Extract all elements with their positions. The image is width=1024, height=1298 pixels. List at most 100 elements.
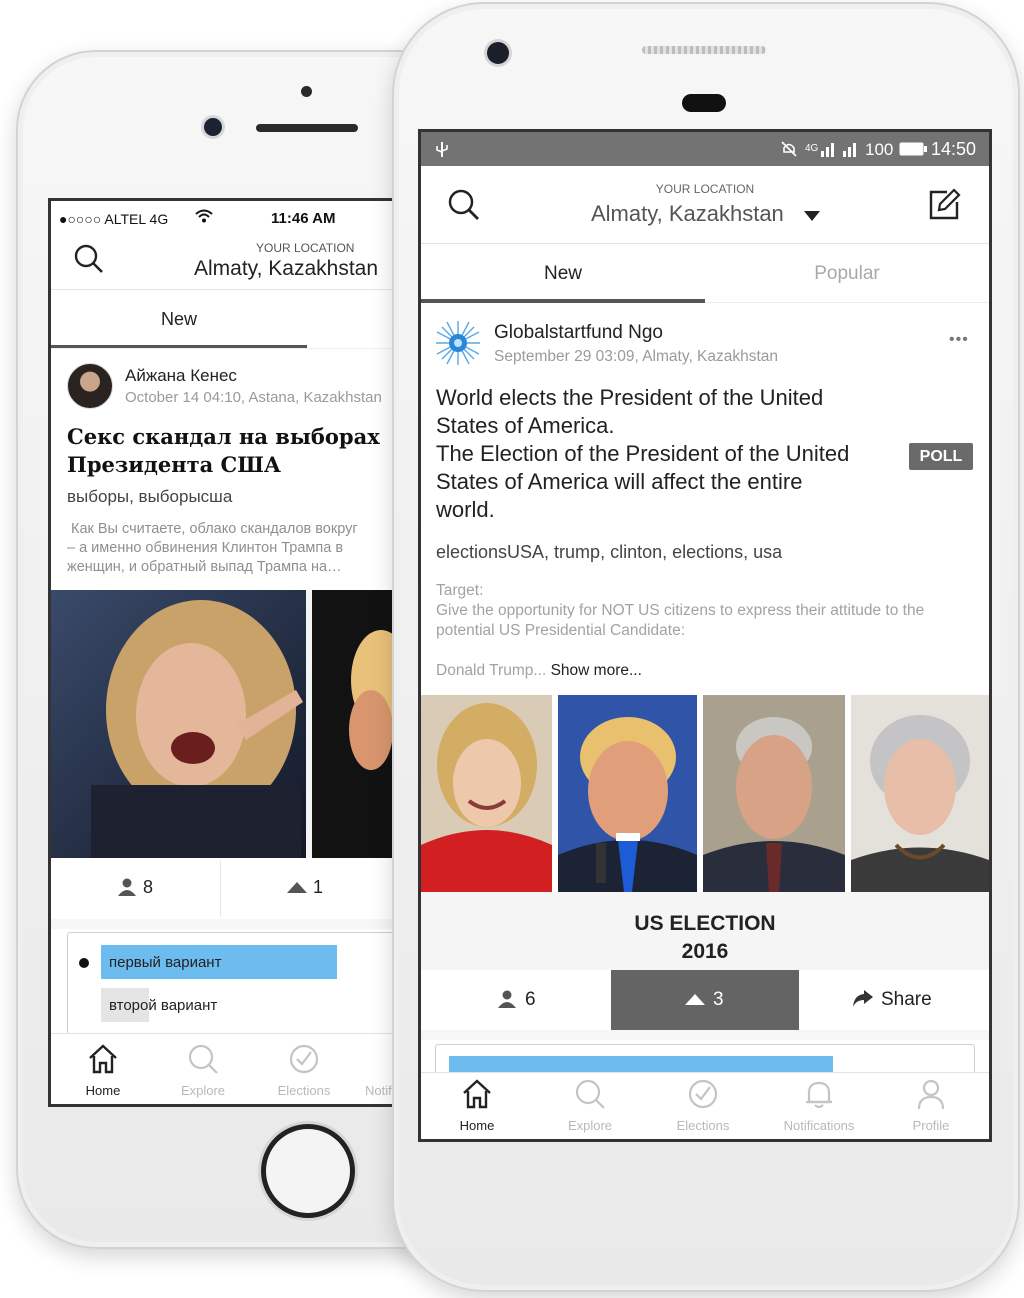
avatar[interactable]	[67, 363, 113, 409]
person-icon	[117, 878, 137, 896]
status-time: 14:50	[931, 139, 977, 159]
proximity-sensor	[301, 86, 312, 97]
nav-home[interactable]: Home	[63, 1043, 143, 1101]
edit-icon[interactable]	[927, 188, 961, 222]
nav-explore-label: Explore	[180, 1083, 226, 1098]
location-selector[interactable]: Almaty, Kazakhstan	[194, 257, 378, 281]
nav-explore[interactable]: Explore	[550, 1078, 630, 1136]
location-selector[interactable]: Almaty, Kazakhstan	[591, 201, 831, 231]
photo-gap-2	[697, 695, 703, 892]
candidate-photo-1[interactable]	[421, 695, 552, 892]
post-title-line-2[interactable]: States of America.	[436, 413, 615, 439]
signal-icon	[821, 141, 861, 157]
image-caption-line-1: US ELECTION	[634, 912, 776, 935]
home-icon	[461, 1078, 493, 1110]
header-divider	[51, 289, 395, 290]
mute-icon	[781, 141, 797, 157]
front-phone-screen: 4G 100 14:50 YOUR LOCATION Almaty, Kazak…	[418, 129, 992, 1142]
tabs-divider	[51, 348, 395, 349]
target-line-1: Give the opportunity for NOT US citizens…	[436, 602, 925, 619]
nav-profile[interactable]: Profile	[891, 1078, 971, 1136]
profile-icon	[915, 1078, 947, 1110]
nav-explore[interactable]: Explore	[163, 1043, 243, 1101]
earpiece-speaker	[642, 46, 766, 54]
post-excerpt-line-1: Как Вы считаете, облако скандалов вокруг	[71, 521, 358, 537]
participants-count: 8	[143, 877, 154, 897]
explore-icon	[187, 1043, 219, 1075]
nav-elections[interactable]: Elections	[663, 1078, 743, 1136]
vote-button[interactable]: 3	[611, 970, 799, 1030]
preview-text: Donald Trump... Show more...	[436, 662, 642, 680]
elections-check-icon	[687, 1078, 719, 1110]
post-excerpt-line-3: женщин, и обратный выпад Трампа на…	[67, 559, 342, 575]
explore-icon	[574, 1078, 606, 1110]
network-type: 4G	[805, 143, 819, 154]
preview-name: Donald Trump...	[436, 662, 547, 679]
nav-explore-label: Explore	[567, 1118, 613, 1133]
nav-home[interactable]: Home	[437, 1078, 517, 1136]
votes-counter[interactable]: 1	[221, 858, 395, 918]
poll-option-1-radio[interactable]	[79, 958, 89, 968]
nav-home-label: Home	[459, 1118, 495, 1133]
person-icon	[497, 990, 517, 1008]
status-time: 11:46 AM	[271, 210, 336, 227]
more-dots-icon[interactable]: •••	[949, 331, 969, 349]
poll-option-1[interactable]: первый вариант	[109, 954, 221, 971]
post-title-line-5[interactable]: world.	[436, 497, 495, 523]
nav-notifications[interactable]: Notifications	[769, 1078, 869, 1136]
share-arrow-icon	[853, 990, 873, 1008]
target-line-2: potential US Presidential Candidate:	[436, 622, 686, 639]
post-meta: September 29 03:09, Almaty, Kazakhstan	[494, 348, 779, 365]
search-icon[interactable]	[73, 243, 105, 275]
post-excerpt-line-2: – а именно обвинения Клинтон Трампа в	[67, 540, 344, 556]
nav-notifications-label: Notifications	[783, 1118, 855, 1133]
photo-gap-1	[552, 695, 558, 892]
tab-new[interactable]: New	[421, 263, 705, 285]
org-logo-icon[interactable]	[435, 320, 481, 366]
header-divider	[421, 243, 989, 244]
poll-badge: POLL	[909, 443, 973, 470]
front-camera	[204, 118, 222, 136]
show-more-link[interactable]: Show more...	[551, 662, 642, 679]
action-bar-divider	[421, 1030, 989, 1040]
tab-new-underline	[421, 299, 705, 303]
tab-popular[interactable]: Popular	[705, 263, 989, 285]
poll-option-2[interactable]: второй вариант	[109, 997, 217, 1014]
back-phone-screen: ●○○○○ ALTEL 4G 11:46 AM YOUR LOCATION Al…	[48, 198, 398, 1107]
arrow-up-icon	[685, 994, 705, 1005]
earpiece-speaker	[256, 124, 358, 132]
caret-down-icon	[804, 211, 820, 221]
tab-new[interactable]: New	[51, 309, 307, 330]
location-caption: YOUR LOCATION	[655, 182, 755, 196]
counters-bottom-divider	[51, 919, 395, 929]
post-photo[interactable]	[51, 590, 395, 858]
post-title-line-4[interactable]: States of America will affect the entire	[436, 469, 802, 495]
front-camera	[487, 42, 509, 64]
participants-counter[interactable]: 6	[421, 970, 611, 1030]
participants-counter[interactable]: 8	[51, 858, 219, 918]
post-title-line-3[interactable]: The Election of the President of the Uni…	[436, 441, 849, 467]
battery-level: 100	[865, 140, 894, 159]
candidate-photo-3[interactable]	[703, 695, 845, 892]
candidate-photo-2[interactable]	[558, 695, 697, 892]
post-author[interactable]: Айжана Кенес	[125, 366, 237, 386]
votes-count: 3	[713, 989, 724, 1010]
tabs-divider	[705, 302, 989, 303]
location-caption: YOUR LOCATION	[256, 241, 355, 255]
participants-count: 6	[525, 989, 536, 1010]
share-label: Share	[881, 989, 932, 1010]
arrow-up-icon	[287, 882, 307, 893]
post-title[interactable]: Секс скандал на выборах Президента США	[67, 423, 395, 479]
votes-count: 1	[313, 877, 324, 897]
share-button[interactable]: Share	[799, 970, 989, 1030]
home-button[interactable]	[261, 1124, 355, 1218]
nav-elections[interactable]: Elections	[264, 1043, 344, 1101]
bell-icon	[803, 1078, 835, 1110]
elections-check-icon	[288, 1043, 320, 1075]
nav-elections-label: Elections	[676, 1118, 730, 1133]
candidate-photo-4[interactable]	[851, 695, 989, 892]
post-author[interactable]: Globalstartfund Ngo	[494, 322, 663, 344]
home-icon	[87, 1043, 119, 1075]
usb-icon	[435, 140, 449, 158]
post-title-line-1[interactable]: World elects the President of the United	[436, 385, 823, 411]
